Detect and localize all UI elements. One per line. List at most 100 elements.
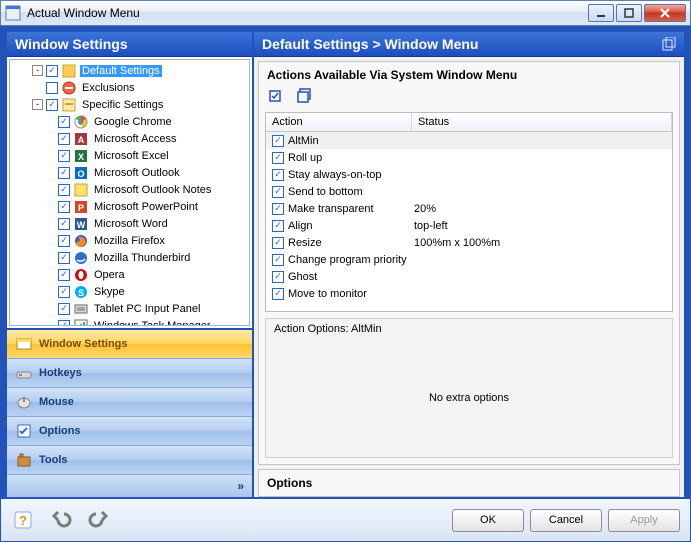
tree-checkbox[interactable]: ✓ [58, 235, 70, 247]
group-title: Actions Available Via System Window Menu [259, 62, 679, 84]
tree-checkbox[interactable]: ✓ [58, 116, 70, 128]
table-row[interactable]: ✓Send to bottom [266, 183, 672, 200]
options-section-header[interactable]: Options [258, 469, 680, 497]
row-action-label: Ghost [288, 271, 317, 283]
nav-expand-button[interactable]: » [7, 475, 252, 497]
row-checkbox[interactable]: ✓ [272, 271, 284, 283]
redo-button[interactable] [83, 507, 113, 533]
row-checkbox[interactable]: ✓ [272, 254, 284, 266]
undo-button[interactable] [47, 507, 77, 533]
tree-checkbox[interactable]: ✓ [58, 303, 70, 315]
tree-checkbox[interactable]: ✓ [58, 218, 70, 230]
actions-table[interactable]: Action Status ✓AltMin✓Roll up✓Stay alway… [265, 112, 673, 312]
nav-item-hotkeys[interactable]: Hotkeys [7, 359, 252, 388]
nav-item-window-settings[interactable]: Window Settings [7, 330, 252, 359]
tree-item[interactable]: ✓Opera [10, 266, 249, 283]
row-checkbox[interactable]: ✓ [272, 220, 284, 232]
table-row[interactable]: ✓AltMin [266, 132, 672, 149]
table-row[interactable]: ✓ Ghost [266, 268, 672, 285]
tree-item[interactable]: Exclusions [10, 79, 249, 96]
tree-checkbox[interactable]: ✓ [58, 320, 70, 327]
nav-icon [15, 422, 33, 440]
tree-item-label: Mozilla Thunderbird [92, 252, 192, 264]
tree-checkbox[interactable]: ✓ [58, 133, 70, 145]
table-row[interactable]: ✓Stay always-on-top [266, 166, 672, 183]
tree-checkbox[interactable]: ✓ [58, 286, 70, 298]
tree-checkbox[interactable]: ✓ [58, 269, 70, 281]
apply-button[interactable]: Apply [608, 509, 680, 532]
tree-item[interactable]: -✓Default Settings [10, 62, 249, 79]
table-row[interactable]: ✓Make transparent20% [266, 200, 672, 217]
tree-item[interactable]: ✓ Tablet PC Input Panel [10, 300, 249, 317]
check-all-button[interactable] [267, 86, 287, 106]
tree-checkbox[interactable] [46, 82, 58, 94]
nav-item-label: Window Settings [39, 338, 128, 350]
tree-item-label: Microsoft PowerPoint [92, 201, 200, 213]
row-checkbox[interactable]: ✓ [272, 237, 284, 249]
tree-item[interactable]: ✓Mozilla Firefox [10, 232, 249, 249]
tree-item[interactable]: -✓Specific Settings [10, 96, 249, 113]
tree-item[interactable]: ✓Windows Task Manager [10, 317, 249, 326]
app-icon [5, 5, 21, 21]
maximize-button[interactable] [616, 4, 642, 22]
row-checkbox[interactable]: ✓ [272, 152, 284, 164]
tree-item[interactable]: ✓OMicrosoft Outlook [10, 164, 249, 181]
tree-checkbox[interactable]: ✓ [46, 65, 58, 77]
nav-item-options[interactable]: Options [7, 417, 252, 446]
outlooknotes-icon [73, 182, 89, 198]
minimize-button[interactable] [588, 4, 614, 22]
row-checkbox[interactable]: ✓ [272, 203, 284, 215]
tree-checkbox[interactable]: ✓ [58, 167, 70, 179]
table-row[interactable]: ✓Roll up [266, 149, 672, 166]
tree-expander-icon[interactable]: - [32, 65, 43, 76]
tree-item[interactable]: ✓ P Microsoft PowerPoint [10, 198, 249, 215]
tree-expander-icon[interactable]: - [32, 99, 43, 110]
tree-checkbox[interactable]: ✓ [58, 252, 70, 264]
skype-icon: S [73, 284, 89, 300]
tree-item-label: Exclusions [80, 82, 137, 94]
row-checkbox[interactable]: ✓ [272, 288, 284, 300]
table-row[interactable]: ✓ Move to monitor [266, 285, 672, 302]
table-row[interactable]: ✓Aligntop-left [266, 217, 672, 234]
tree-item-label: Tablet PC Input Panel [92, 303, 202, 315]
nav-item-mouse[interactable]: Mouse [7, 388, 252, 417]
row-action-label: Move to monitor [288, 288, 367, 300]
bottom-bar: ? OK Cancel Apply [1, 497, 690, 541]
left-panel-header: Window Settings [7, 32, 252, 57]
svg-text:O: O [77, 169, 84, 179]
nav-item-tools[interactable]: Tools [7, 446, 252, 475]
cancel-button[interactable]: Cancel [530, 509, 602, 532]
tree-item[interactable]: ✓Microsoft Outlook Notes [10, 181, 249, 198]
tree-item[interactable]: ✓ Mozilla Thunderbird [10, 249, 249, 266]
copy-icon[interactable] [662, 37, 676, 51]
tree-item[interactable]: ✓Google Chrome [10, 113, 249, 130]
row-checkbox[interactable]: ✓ [272, 186, 284, 198]
tree-checkbox[interactable]: ✓ [58, 184, 70, 196]
actions-groupbox: Actions Available Via System Window Menu… [258, 61, 680, 465]
tree-checkbox[interactable]: ✓ [58, 201, 70, 213]
uncheck-all-button[interactable] [295, 86, 315, 106]
tree-checkbox[interactable]: ✓ [58, 150, 70, 162]
table-row[interactable]: ✓Change program priority [266, 251, 672, 268]
tree-item[interactable]: ✓WMicrosoft Word [10, 215, 249, 232]
tree-item[interactable]: ✓XMicrosoft Excel [10, 147, 249, 164]
nav-item-label: Hotkeys [39, 367, 82, 379]
breadcrumb: Default Settings > Window Menu [262, 36, 479, 52]
table-row[interactable]: ✓Resize100%m x 100%m [266, 234, 672, 251]
right-panel-header: Default Settings > Window Menu [254, 32, 684, 57]
col-action[interactable]: Action [266, 113, 412, 131]
svg-text:P: P [78, 203, 84, 213]
tree-checkbox[interactable]: ✓ [46, 99, 58, 111]
close-button[interactable] [644, 4, 686, 22]
ok-button[interactable]: OK [452, 509, 524, 532]
tree-item[interactable]: ✓AMicrosoft Access [10, 130, 249, 147]
col-status[interactable]: Status [412, 113, 672, 131]
row-checkbox[interactable]: ✓ [272, 135, 284, 147]
tree-item[interactable]: ✓SSkype [10, 283, 249, 300]
right-panel: Default Settings > Window Menu Actions A… [254, 32, 684, 497]
no-extra-options-text: No extra options [266, 339, 672, 457]
svg-text:?: ? [19, 513, 27, 528]
row-checkbox[interactable]: ✓ [272, 169, 284, 181]
help-button[interactable]: ? [11, 507, 41, 533]
settings-tree[interactable]: -✓Default Settings Exclusions -✓Specific S… [9, 59, 250, 326]
